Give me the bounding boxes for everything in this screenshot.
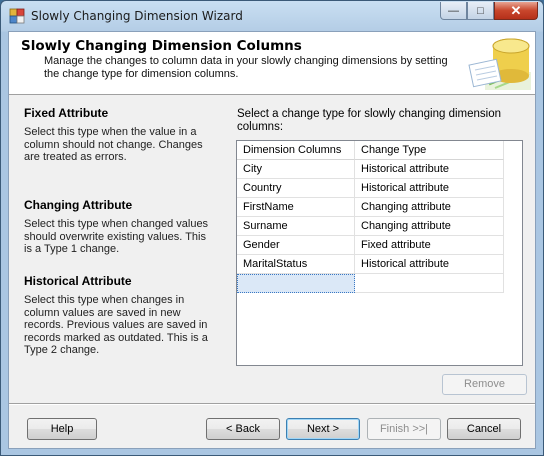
section-text: Select this type when the value in a col… [24,126,203,163]
change-type-cell[interactable]: Historical attribute [355,179,504,198]
section-text: Select this type when changed values sho… [24,218,209,255]
wizard-app-icon [9,8,25,24]
dimension-column-cell[interactable]: Surname [237,217,355,236]
wizard-header: Slowly Changing Dimension Columns Manage… [9,32,535,95]
column-header-change-type[interactable]: Change Type [355,141,504,160]
help-button[interactable]: Help [27,418,97,440]
column-header-dimension[interactable]: Dimension Columns [237,141,355,160]
table-row[interactable]: FirstName Changing attribute [237,198,504,217]
dimension-column-cell[interactable]: City [237,160,355,179]
wizard-window: Slowly Changing Dimension Wizard — □ ✕ S… [0,0,544,456]
table-row[interactable]: Gender Fixed attribute [237,236,504,255]
close-icon: ✕ [510,2,522,18]
new-row[interactable] [237,274,504,293]
dimension-column-cell[interactable]: FirstName [237,198,355,217]
new-dimension-column-cell[interactable] [237,274,355,293]
cancel-button[interactable]: Cancel [447,418,521,440]
change-type-cell[interactable]: Changing attribute [355,217,504,236]
change-type-cell[interactable]: Historical attribute [355,160,504,179]
table-row[interactable]: Surname Changing attribute [237,217,504,236]
title-bar[interactable]: Slowly Changing Dimension Wizard — □ ✕ [1,1,543,31]
back-button[interactable]: < Back [206,418,280,440]
changing-attribute-section: Changing Attribute Select this type when… [24,198,212,256]
table-row[interactable]: Country Historical attribute [237,179,504,198]
database-cylinder-icon [468,38,531,90]
footer-divider [9,403,535,405]
caption-buttons: — □ ✕ [440,2,538,20]
maximize-button[interactable]: □ [467,2,494,20]
grid-header-row: Dimension Columns Change Type [237,141,504,160]
minimize-button[interactable]: — [440,2,467,20]
dimension-column-cell[interactable]: Gender [237,236,355,255]
page-subtitle: Manage the changes to column data in you… [44,55,448,80]
change-type-cell[interactable]: Fixed attribute [355,236,504,255]
section-text: Select this type when changes in column … [24,294,208,356]
table-row[interactable]: MaritalStatus Historical attribute [237,255,504,274]
window-title: Slowly Changing Dimension Wizard [31,9,243,23]
dimension-column-cell[interactable]: MaritalStatus [237,255,355,274]
dimension-columns-grid[interactable]: Dimension Columns Change Type City Histo… [236,140,523,366]
fixed-attribute-section: Fixed Attribute Select this type when th… [24,106,212,164]
grid-instruction: Select a change type for slowly changing… [237,108,502,133]
next-button[interactable]: Next > [286,418,360,440]
wizard-client-area: Slowly Changing Dimension Columns Manage… [8,31,536,449]
section-heading: Historical Attribute [24,274,132,288]
finish-button[interactable]: Finish >>| [367,418,441,440]
change-type-cell[interactable]: Historical attribute [355,255,504,274]
minimize-icon: — [448,4,459,17]
remove-button[interactable]: Remove [442,374,527,395]
section-heading: Changing Attribute [24,198,133,212]
close-button[interactable]: ✕ [494,2,538,20]
new-change-type-cell[interactable] [355,274,504,293]
maximize-icon: □ [477,4,484,17]
page-title: Slowly Changing Dimension Columns [21,38,302,54]
historical-attribute-section: Historical Attribute Select this type wh… [24,274,212,357]
dimension-column-cell[interactable]: Country [237,179,355,198]
table-row[interactable]: City Historical attribute [237,160,504,179]
change-type-cell[interactable]: Changing attribute [355,198,504,217]
section-heading: Fixed Attribute [24,106,109,120]
